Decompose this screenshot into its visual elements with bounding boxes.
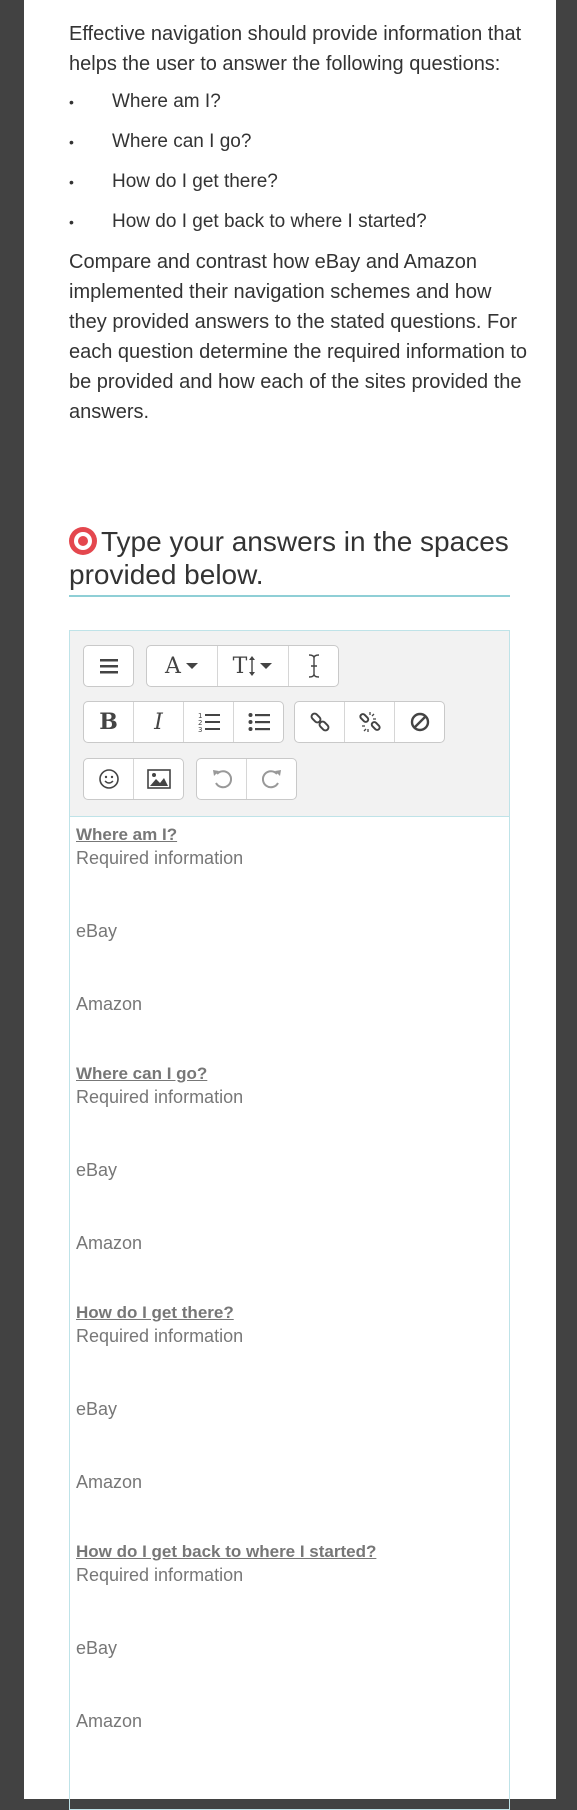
text-cursor-button[interactable]: [289, 646, 338, 686]
numbered-list-icon: 123: [198, 712, 220, 733]
bullet: •: [69, 214, 74, 230]
link-icon: [310, 712, 329, 732]
question-item: • Where can I go?: [69, 127, 534, 157]
caret-down-icon: [260, 663, 273, 669]
font-label: A: [165, 653, 181, 679]
ebay-line: eBay: [76, 921, 118, 941]
no-format-icon: [410, 712, 429, 732]
amazon-line: Amazon: [76, 1472, 143, 1492]
italic-label: I: [154, 709, 163, 735]
toolbar-group-format: B I 123: [83, 701, 284, 743]
amazon-line: Amazon: [76, 1233, 143, 1253]
text-cursor-icon: [308, 654, 319, 678]
amazon-line: Amazon: [76, 994, 143, 1014]
smiley-icon: [98, 769, 119, 789]
hamburger-icon: [99, 659, 118, 674]
section-heading: How do I get there?: [76, 1303, 234, 1322]
toolbar-group-link: [294, 701, 445, 743]
numbered-list-button[interactable]: 123: [184, 702, 234, 742]
section-heading: How do I get back to where I started?: [76, 1542, 377, 1561]
question-prompt: Effective navigation should provide info…: [69, 0, 534, 427]
bold-label: B: [99, 709, 118, 735]
font-size-button[interactable]: T: [218, 646, 289, 686]
ebay-line: eBay: [76, 1638, 118, 1658]
answer-section: Where can I go? Required information eBa…: [76, 1064, 503, 1303]
required-info-line: Required information: [76, 1087, 244, 1107]
undo-button[interactable]: [197, 759, 247, 799]
rich-text-editor[interactable]: A T B I 123 Where am I? Required informa…: [69, 630, 510, 1810]
answer-section: How do I get there? Required information…: [76, 1303, 503, 1542]
bullet: •: [69, 134, 74, 150]
remove-link-button[interactable]: [345, 702, 395, 742]
toolbar-group-font: A T: [146, 645, 339, 687]
emoji-button[interactable]: [84, 759, 134, 799]
editor-toolbar: A T B I 123: [70, 631, 509, 817]
compare-text: Compare and contrast how eBay and Amazon…: [69, 251, 528, 423]
ebay-line: eBay: [76, 1399, 118, 1419]
required-info-line: Required information: [76, 1326, 244, 1346]
redo-button[interactable]: [247, 759, 296, 799]
bullet: •: [69, 174, 74, 190]
toolbar-group-history: [196, 758, 297, 800]
section-heading: Where am I?: [76, 825, 178, 844]
ebay-line: eBay: [76, 1160, 118, 1180]
image-icon: [146, 769, 171, 789]
question-text: How do I get back to where I started?: [112, 211, 427, 232]
toolbar-group-menu: [83, 645, 134, 687]
question-list: • Where am I? • Where can I go? • How do I …: [69, 87, 534, 237]
question-item: • How do I get back to where I started?: [69, 207, 534, 237]
font-family-button[interactable]: A: [147, 646, 218, 686]
insert-link-button[interactable]: [295, 702, 345, 742]
target-icon: [69, 527, 97, 555]
question-item: • How do I get there?: [69, 167, 534, 197]
unlink-icon: [358, 712, 381, 732]
redo-icon: [261, 770, 281, 789]
amazon-line: Amazon: [76, 1711, 143, 1731]
insert-image-button[interactable]: [134, 759, 183, 799]
bullet-list-button[interactable]: [234, 702, 283, 742]
bold-button[interactable]: B: [84, 702, 134, 742]
size-label: T: [232, 653, 248, 679]
editor-content[interactable]: Where am I? Required information eBay Am…: [70, 817, 509, 1735]
required-info-line: Required information: [76, 848, 244, 868]
instruction-text: Type your answers in the spaces provided…: [69, 526, 509, 590]
question-text: How do I get there?: [112, 171, 278, 192]
intro-text: Effective navigation should provide info…: [69, 23, 522, 75]
instruction-heading: Type your answers in the spaces provided…: [69, 525, 510, 597]
question-item: • Where am I?: [69, 87, 534, 117]
answer-section: How do I get back to where I started? Re…: [76, 1542, 503, 1735]
italic-button[interactable]: I: [134, 702, 184, 742]
size-arrows-icon: [249, 656, 256, 676]
undo-icon: [212, 770, 232, 789]
answer-section: Where am I? Required information eBay Am…: [76, 825, 503, 1064]
caret-down-icon: [185, 663, 198, 669]
question-text: Where am I?: [112, 91, 221, 112]
required-info-line: Required information: [76, 1565, 244, 1585]
bullet-list-icon: [248, 713, 270, 731]
bullet: •: [69, 94, 74, 110]
clear-format-button[interactable]: [395, 702, 444, 742]
svg-text:3: 3: [198, 726, 202, 733]
section-heading: Where can I go?: [76, 1064, 208, 1083]
question-text: Where can I go?: [112, 131, 252, 152]
paragraph-menu-button[interactable]: [84, 646, 133, 686]
toolbar-group-insert: [83, 758, 184, 800]
